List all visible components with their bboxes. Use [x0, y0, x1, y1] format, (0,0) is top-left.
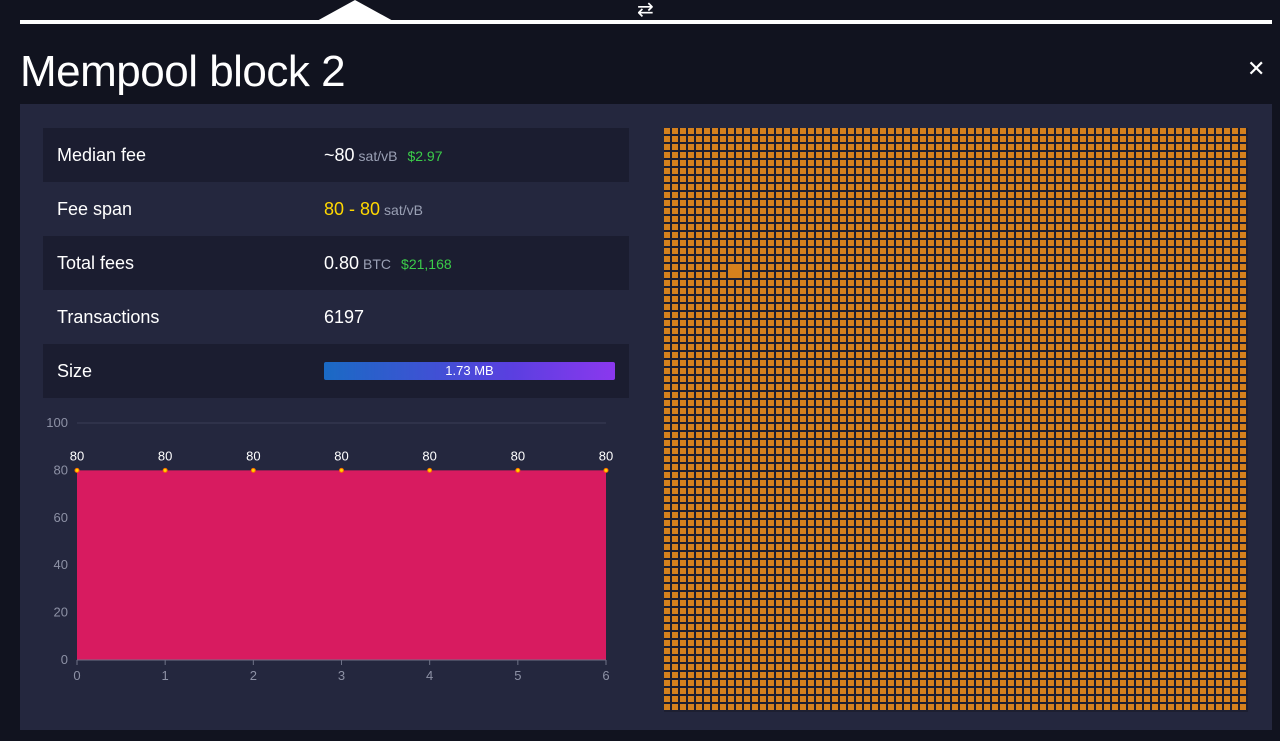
y-tick-label: 40	[54, 557, 68, 572]
median-fee-usd: $2.97	[407, 148, 443, 164]
y-tick-label: 100	[46, 415, 68, 430]
data-label: 80	[599, 448, 613, 463]
x-tick-label: 4	[426, 668, 433, 683]
data-point	[250, 467, 256, 473]
page-title: Mempool block 2	[20, 47, 346, 96]
fee-span-range: 80 - 80	[324, 199, 381, 219]
fee-span-unit: sat/vB	[384, 202, 423, 218]
transactions-row: Transactions 6197	[43, 290, 629, 344]
data-label: 80	[422, 448, 436, 463]
median-fee-value: ~80 sat/vB $2.97	[324, 128, 443, 183]
fee-span-value: 80 - 80 sat/vB	[324, 182, 423, 237]
y-tick-label: 20	[54, 605, 68, 620]
data-point	[162, 467, 168, 473]
size-progress-bar: 1.73 MB	[324, 362, 615, 380]
total-fees-unit: BTC	[363, 256, 392, 272]
data-point	[515, 467, 521, 473]
top-navigation-bar: ⇄	[0, 0, 1280, 26]
selected-block-indicator	[315, 0, 395, 22]
data-point	[603, 467, 609, 473]
data-label: 80	[511, 448, 525, 463]
size-row: Size 1.73 MB	[43, 344, 629, 398]
fee-span-label: Fee span	[57, 199, 133, 219]
x-tick-label: 2	[250, 668, 257, 683]
data-label: 80	[334, 448, 348, 463]
x-tick-label: 6	[602, 668, 609, 683]
block-stats-table: Median fee ~80 sat/vB $2.97 Fee span 80 - …	[43, 128, 629, 398]
fee-distribution-chart: 0204060801000 1 2 3 4 5 680 80 80 80 80 80 80	[46, 415, 613, 683]
x-tick-label: 1	[162, 668, 169, 683]
size-value: 1.73 MB	[445, 363, 494, 378]
total-fees-amount: 0.80	[324, 253, 360, 273]
size-label: Size	[57, 361, 93, 381]
total-fees-value: 0.80 BTC $21,168	[324, 236, 452, 291]
x-tick-label: 3	[338, 668, 345, 683]
transactions-value: 6197	[324, 307, 365, 327]
x-tick-label: 0	[73, 668, 80, 683]
y-tick-label: 80	[54, 462, 68, 477]
median-fee-row: Median fee ~80 sat/vB $2.97	[43, 128, 629, 182]
y-tick-label: 0	[61, 652, 68, 667]
data-label: 80	[158, 448, 172, 463]
median-fee-amount: ~80	[324, 145, 355, 165]
total-fees-label: Total fees	[57, 253, 135, 273]
fee-span-row: Fee span 80 - 80 sat/vB	[43, 182, 629, 236]
large-transaction-square[interactable]	[728, 264, 742, 278]
swap-arrows-icon[interactable]: ⇄	[637, 0, 654, 19]
block-details-panel: Median fee ~80 sat/vB $2.97 Fee span 80 - …	[20, 104, 1272, 730]
fee-area-series	[77, 470, 606, 660]
total-fees-row: Total fees 0.80 BTC $21,168	[43, 236, 629, 290]
y-tick-label: 60	[54, 510, 68, 525]
close-icon[interactable]: ✕	[1247, 58, 1265, 82]
data-point	[74, 467, 80, 473]
total-fees-usd: $21,168	[401, 256, 452, 272]
data-point	[427, 467, 433, 473]
data-label: 80	[246, 448, 260, 463]
x-tick-label: 5	[514, 668, 521, 683]
data-label: 80	[70, 448, 84, 463]
median-fee-unit: sat/vB	[358, 148, 398, 164]
transaction-block-visualization[interactable]	[664, 128, 1248, 712]
transactions-label: Transactions	[57, 307, 160, 327]
data-point	[339, 467, 344, 473]
median-fee-label: Median fee	[57, 145, 147, 165]
